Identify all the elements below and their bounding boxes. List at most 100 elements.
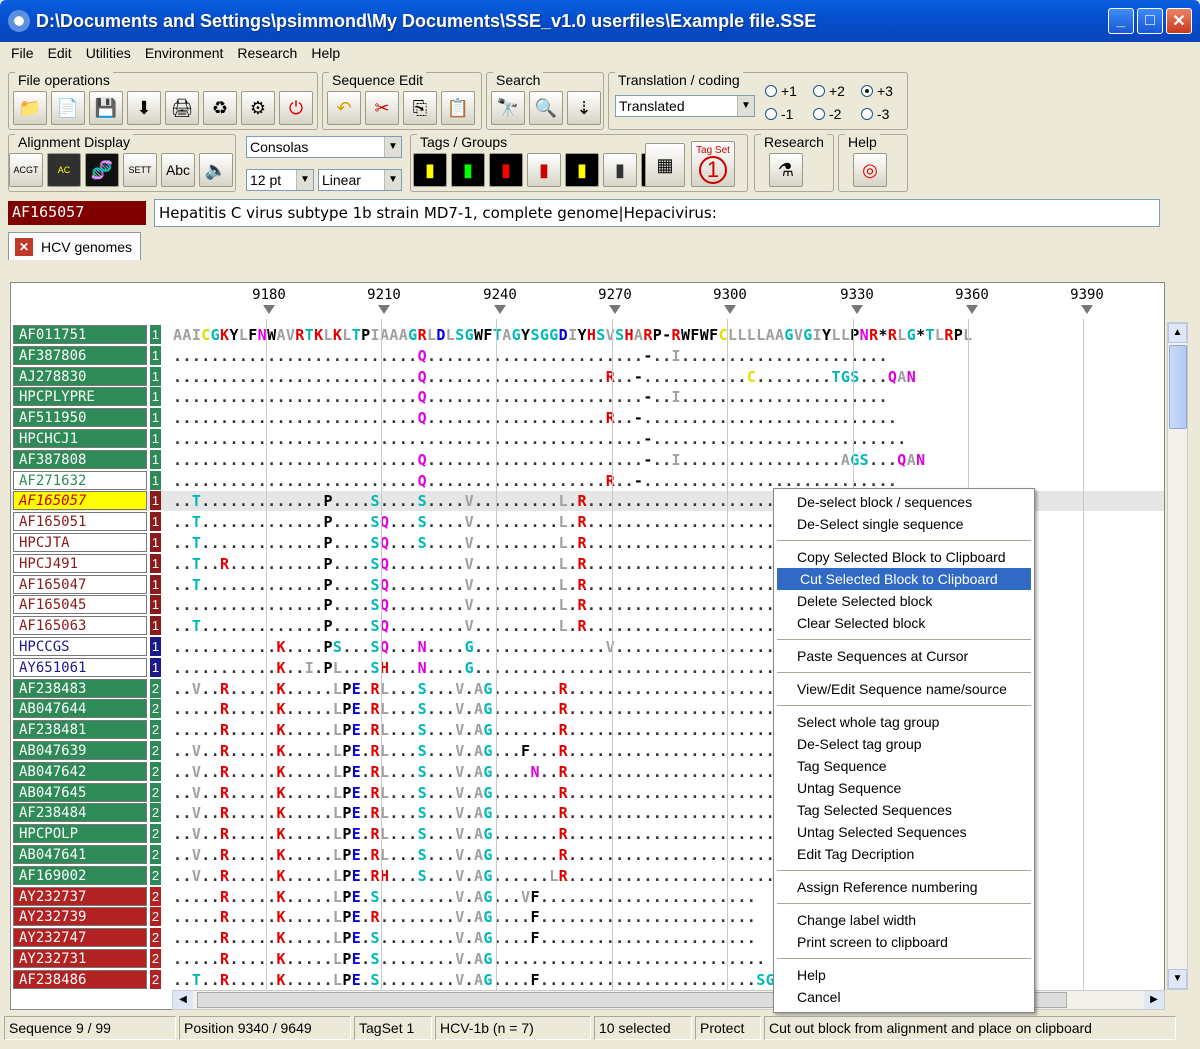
minimize-button[interactable]: _ [1108, 8, 1134, 34]
dna-helix-icon[interactable]: 🧬 [85, 153, 119, 187]
export-icon[interactable]: ♻ [203, 91, 237, 125]
font-name-select[interactable]: Consolas ▼ [246, 136, 402, 158]
context-menu-item[interactable]: Assign Reference numbering [774, 876, 1034, 898]
sequence-label[interactable]: AY232739 [13, 907, 147, 927]
sequence-residues[interactable]: ..........................Q.............… [173, 387, 1163, 407]
sequence-label[interactable]: AY232737 [13, 886, 147, 906]
sequence-label[interactable]: AY232731 [13, 949, 147, 968]
context-menu-item[interactable]: Edit Tag Decription [774, 843, 1034, 865]
color-view-icon[interactable]: AC [47, 153, 81, 187]
context-menu-item[interactable]: Print screen to clipboard [774, 931, 1034, 953]
binoculars-icon[interactable]: 🔭 [491, 91, 525, 125]
new-file-icon[interactable]: 📄 [51, 91, 85, 125]
menu-research[interactable]: Research [230, 45, 304, 61]
tag-color-3-icon[interactable]: ▮ [489, 153, 523, 187]
frame-plus2-radio[interactable]: +2 [813, 83, 845, 99]
layout-mode-select[interactable]: Linear ▼ [318, 169, 402, 191]
sequence-label[interactable]: AF011751 [13, 325, 147, 344]
search-replace-icon[interactable]: 🔍 [529, 91, 563, 125]
sequence-label[interactable]: AB047641 [13, 845, 147, 864]
sequence-label[interactable]: AY651061 [13, 657, 147, 677]
menu-help[interactable]: Help [304, 45, 347, 61]
nucleotide-view-icon[interactable]: ACGT [9, 153, 43, 187]
sequence-text-icon[interactable]: SETT [123, 153, 157, 187]
sequence-residues[interactable]: ..........................Q.............… [173, 346, 1163, 366]
context-menu-item[interactable]: Untag Sequence [774, 777, 1034, 799]
context-menu-item[interactable]: Tag Selected Sequences [774, 799, 1034, 821]
cut-scissors-icon[interactable]: ✂ [365, 91, 399, 125]
lifebuoy-icon[interactable]: ◎ [853, 153, 887, 187]
tab-hcv-genomes[interactable]: ✕ HCV genomes [8, 232, 142, 260]
vertical-scroll-thumb[interactable] [1169, 345, 1187, 429]
sequence-label[interactable]: AB047644 [13, 699, 147, 719]
close-button[interactable]: ✕ [1166, 8, 1192, 34]
menu-environment[interactable]: Environment [138, 45, 231, 61]
sequence-label[interactable]: AF165047 [13, 574, 147, 594]
sequence-label[interactable]: HPCJTA [13, 533, 147, 552]
sequence-description-field[interactable]: Hepatitis C virus subtype 1b strain MD7-… [154, 199, 1160, 227]
tag-color-1-icon[interactable]: ▮ [413, 153, 447, 187]
flask-icon[interactable]: ⚗ [769, 153, 803, 187]
sequence-residues[interactable]: AAICGKYLFNWAVRTKLKLTPIAAAGRLDLSGWFTAGYSG… [173, 325, 1163, 345]
context-menu-item[interactable]: Tag Sequence [774, 755, 1034, 777]
settings-gear-icon[interactable]: ⚙ [241, 91, 275, 125]
context-menu-item[interactable]: De-Select tag group [774, 733, 1034, 755]
sequence-label[interactable]: AF271632 [13, 470, 147, 490]
sequence-label[interactable]: HPCPOLP [13, 824, 147, 844]
scroll-left-icon[interactable]: ◀ [173, 991, 193, 1009]
font-size-select[interactable]: 12 pt ▼ [246, 169, 314, 191]
speaker-icon[interactable]: 🔈 [199, 153, 233, 187]
tag-table-icon[interactable]: ▦ [645, 143, 685, 187]
sequence-label[interactable]: AF165057 [13, 491, 147, 511]
scroll-up-icon[interactable]: ▲ [1168, 323, 1187, 343]
context-menu-item[interactable]: Paste Sequences at Cursor [774, 645, 1034, 667]
frame-minus2-radio[interactable]: -2 [813, 106, 841, 122]
context-menu-item[interactable]: Clear Selected block [774, 612, 1034, 634]
context-menu-item[interactable]: Cut Selected Block to Clipboard [777, 568, 1031, 590]
table-row[interactable]: AF511950 1 ..........................Q....… [11, 408, 1164, 428]
context-menu-item[interactable]: De-select block / sequences [774, 491, 1034, 513]
scroll-down-icon[interactable]: ▼ [1168, 969, 1187, 989]
translation-mode-select[interactable]: Translated ▼ [615, 95, 755, 117]
table-row[interactable]: HPCHCJ1 1................................… [11, 429, 1164, 449]
sequence-residues[interactable]: ..........................Q.............… [173, 408, 1163, 428]
table-row[interactable]: AF387806 1 ..........................Q....… [11, 345, 1164, 366]
sequence-label[interactable]: AF169002 [13, 865, 147, 885]
sequence-residues[interactable]: ........................................… [173, 429, 1163, 449]
copy-icon[interactable]: ⎘ [403, 91, 437, 125]
open-folder-icon[interactable]: 📁 [13, 91, 47, 125]
sequence-label[interactable]: AF511950 [13, 408, 147, 428]
sequence-residues[interactable]: ..........................Q.............… [173, 450, 1163, 470]
menu-edit[interactable]: Edit [41, 45, 79, 61]
tag-color-5-icon[interactable]: ▮ [565, 153, 599, 187]
sequence-label[interactable]: AF165063 [13, 616, 147, 636]
paste-icon[interactable]: 📋 [441, 91, 475, 125]
table-row[interactable]: AF011751 1 AAICGKYLFNWAVRTKLKLTPIAAAGRLDLS… [11, 325, 1164, 345]
sequence-label[interactable]: AF238486 [13, 969, 147, 989]
abc-font-icon[interactable]: Abc [161, 153, 195, 187]
sequence-label[interactable]: HPCCGS [13, 637, 147, 656]
sequence-label[interactable]: AF165045 [13, 595, 147, 615]
sequence-label[interactable]: AB047639 [13, 741, 147, 760]
sequence-label[interactable]: AJ278830 [13, 366, 147, 386]
sequence-label[interactable]: AF387808 [13, 449, 147, 469]
table-row[interactable]: HPCPLYPRE 1 ..........................Q...… [11, 387, 1164, 407]
print-icon[interactable]: 🖨 [165, 91, 199, 125]
power-exit-icon[interactable]: ⏻ [279, 91, 313, 125]
tag-set-button[interactable]: Tag Set 1 [691, 141, 735, 187]
tag-color-2-icon[interactable]: ▮ [451, 153, 485, 187]
context-menu-item[interactable]: Cancel [774, 986, 1034, 1008]
close-tab-icon[interactable]: ✕ [15, 237, 33, 256]
context-menu-item[interactable]: View/Edit Sequence name/source [774, 678, 1034, 700]
table-row[interactable]: AF387808 1 ..........................Q....… [11, 449, 1164, 470]
vertical-scrollbar[interactable]: ▲ ▼ [1167, 322, 1188, 990]
tag-color-6-icon[interactable]: ▮ [603, 153, 637, 187]
context-menu-item[interactable]: Delete Selected block [774, 590, 1034, 612]
context-menu-item[interactable]: Untag Selected Sequences [774, 821, 1034, 843]
sequence-label[interactable]: AF238484 [13, 803, 147, 823]
sequence-label[interactable]: HPCHCJ1 [13, 429, 147, 448]
menu-utilities[interactable]: Utilities [79, 45, 138, 61]
context-menu-item[interactable]: Change label width [774, 909, 1034, 931]
context-menu-item[interactable]: Help [774, 964, 1034, 986]
menu-file[interactable]: File [4, 45, 41, 61]
